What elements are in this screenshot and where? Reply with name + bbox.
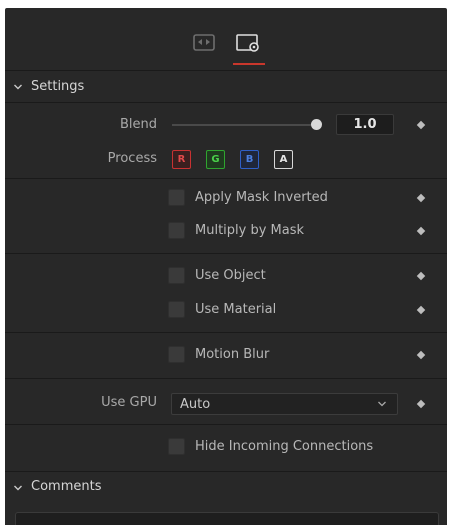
use-material-checkbox[interactable] — [168, 301, 185, 318]
blend-slider-track[interactable] — [172, 124, 318, 126]
process-label: Process — [107, 151, 157, 166]
use-gpu-selected-value: Auto — [180, 397, 211, 412]
use-gpu-keyframe-icon[interactable] — [416, 399, 426, 409]
divider — [5, 253, 447, 254]
blend-label: Blend — [119, 117, 157, 132]
divider — [5, 178, 447, 179]
apply-mask-inverted-checkbox[interactable] — [168, 189, 185, 206]
multiply-by-mask-checkbox[interactable] — [168, 222, 185, 239]
inspector-panel: Settings Blend 1.0 Process R G B A Apply… — [5, 8, 447, 525]
transform-icon — [193, 34, 215, 51]
multiply-by-mask-keyframe-icon[interactable] — [416, 226, 426, 236]
channel-r-toggle[interactable]: R — [172, 150, 191, 169]
chevron-down-icon — [14, 84, 22, 90]
use-material-label: Use Material — [195, 302, 277, 317]
apply-mask-inverted-keyframe-icon[interactable] — [416, 193, 426, 203]
comments-section-title: Comments — [31, 479, 102, 494]
divider — [5, 332, 447, 333]
hide-incoming-connections-label: Hide Incoming Connections — [195, 439, 374, 454]
use-material-keyframe-icon[interactable] — [416, 305, 426, 315]
use-object-keyframe-icon[interactable] — [416, 271, 426, 281]
blend-keyframe-icon[interactable] — [416, 120, 426, 130]
apply-mask-inverted-label: Apply Mask Inverted — [195, 190, 328, 205]
multiply-by-mask-label: Multiply by Mask — [195, 223, 305, 238]
settings-section-title: Settings — [31, 79, 85, 94]
motion-blur-checkbox[interactable] — [168, 346, 185, 363]
divider — [5, 102, 447, 103]
channel-b-toggle[interactable]: B — [240, 150, 259, 169]
hide-incoming-connections-checkbox[interactable] — [168, 438, 185, 455]
blend-slider-handle[interactable] — [311, 119, 322, 130]
comments-textarea[interactable] — [15, 512, 439, 525]
motion-blur-keyframe-icon[interactable] — [416, 350, 426, 360]
active-tab-indicator — [233, 63, 265, 65]
use-object-checkbox[interactable] — [168, 267, 185, 284]
settings-tab-icon — [236, 34, 259, 52]
divider — [5, 378, 447, 379]
use-gpu-label: Use GPU — [101, 395, 157, 410]
chevron-down-icon — [14, 485, 22, 491]
transform-tab[interactable] — [191, 32, 217, 54]
channel-a-toggle[interactable]: A — [274, 150, 293, 169]
comments-section-header[interactable]: Comments — [5, 476, 447, 502]
divider — [5, 424, 447, 425]
settings-section-header[interactable]: Settings — [5, 72, 447, 102]
channel-g-toggle[interactable]: G — [206, 150, 225, 169]
settings-tab[interactable] — [235, 32, 261, 54]
divider — [5, 471, 447, 472]
use-gpu-dropdown[interactable]: Auto — [171, 393, 398, 415]
inspector-tabs — [5, 8, 447, 71]
motion-blur-label: Motion Blur — [195, 347, 270, 362]
use-object-label: Use Object — [195, 268, 266, 283]
chevron-down-icon — [378, 401, 386, 407]
blend-value-field[interactable]: 1.0 — [336, 114, 394, 135]
